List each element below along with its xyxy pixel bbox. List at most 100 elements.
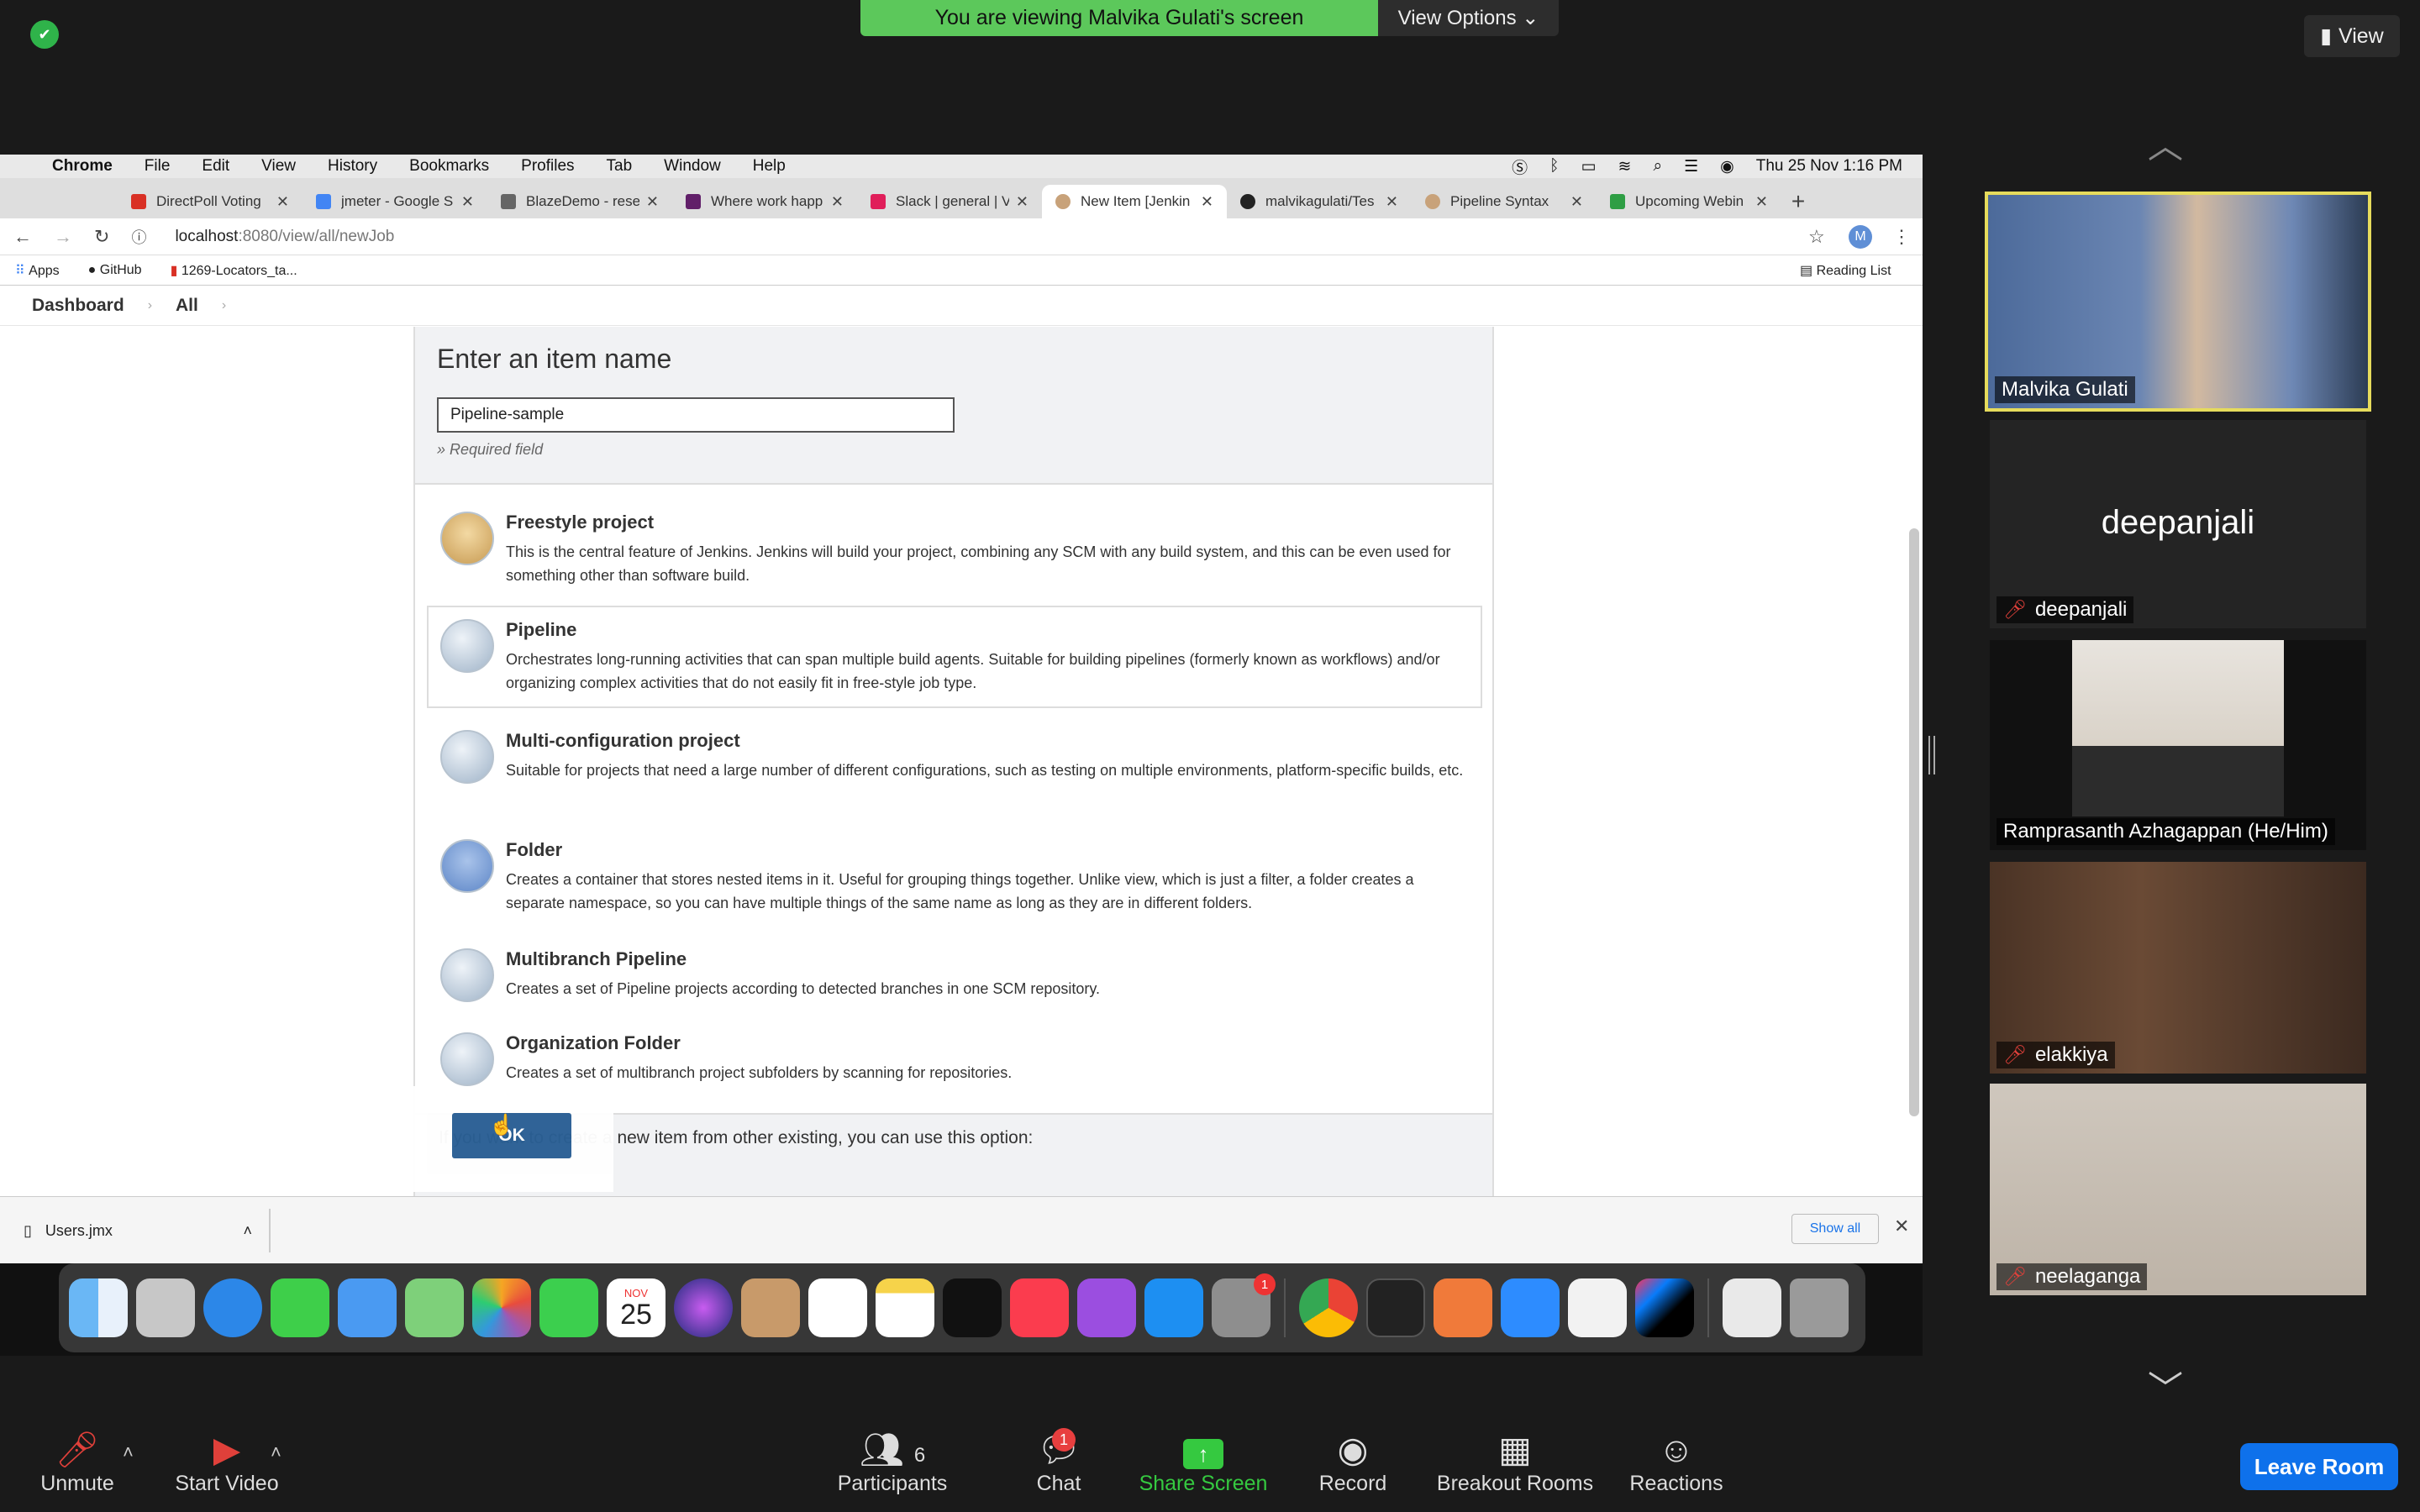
menu-history[interactable]: History <box>328 157 377 176</box>
browser-tab[interactable]: Upcoming Webin ✕ <box>1597 185 1781 218</box>
job-type-multibranch-pipeline[interactable]: Multibranch Pipeline Creates a set of Pi… <box>427 935 1482 1014</box>
browser-tab[interactable]: jmeter - Google S ✕ <box>302 185 487 218</box>
url-field[interactable]: localhost:8080/view/all/newJob <box>175 228 394 246</box>
system-preferences-icon[interactable]: 1 <box>1212 1273 1276 1337</box>
page-scrollbar[interactable] <box>1909 528 1919 1116</box>
info-icon[interactable]: ⓘ <box>131 226 146 248</box>
video-tile[interactable]: 🎤︎ neelaganga <box>1990 1084 2366 1295</box>
browser-tab[interactable]: DirectPoll Voting ✕ <box>118 185 302 218</box>
menu-window[interactable]: Window <box>664 157 721 176</box>
trash-icon[interactable] <box>1790 1278 1849 1337</box>
wifi-icon[interactable]: ≋ <box>1618 157 1632 176</box>
reading-list[interactable]: ▤ Reading List <box>1800 262 1891 279</box>
browser-tab[interactable]: Slack | general | V ✕ <box>857 185 1042 218</box>
new-tab-icon[interactable]: + <box>1781 185 1815 218</box>
reactions-button[interactable]: ☺︎ Reactions <box>1625 1428 1728 1496</box>
app-store-icon[interactable] <box>1144 1278 1203 1337</box>
view-options-button[interactable]: View Options ⌄ <box>1378 0 1559 36</box>
maps-icon[interactable] <box>405 1278 464 1337</box>
chevron-up-icon[interactable]: ˄ <box>271 1441 281 1463</box>
close-tab-icon[interactable]: ✕ <box>831 193 844 211</box>
menu-app[interactable]: Chrome <box>52 157 113 176</box>
view-layout-button[interactable]: ▮ View <box>2304 15 2400 57</box>
menu-bookmarks[interactable]: Bookmarks <box>409 157 489 176</box>
browser-tab[interactable]: BlazeDemo - rese ✕ <box>487 185 672 218</box>
video-tile[interactable]: 🎤︎ elakkiya <box>1990 862 2366 1074</box>
panel-resize-handle[interactable] <box>1928 736 1935 774</box>
shield-icon[interactable]: ✔ <box>30 20 59 49</box>
messages-icon[interactable] <box>271 1278 329 1337</box>
participants-button[interactable]: 👥︎ 6 Participants <box>832 1428 953 1496</box>
profile-avatar[interactable]: M <box>1849 224 1872 249</box>
forward-icon[interactable]: → <box>54 226 72 248</box>
documents-stack-icon[interactable] <box>1723 1278 1781 1337</box>
reload-icon[interactable]: ↻ <box>94 226 109 248</box>
share-screen-button[interactable]: ↑ Share Screen <box>1134 1428 1272 1496</box>
calendar-icon[interactable]: NOV 25 <box>607 1278 666 1337</box>
reminders-icon[interactable] <box>808 1278 867 1337</box>
job-type-pipeline[interactable]: Pipeline Orchestrates long-running activ… <box>427 606 1482 708</box>
photos-icon[interactable] <box>472 1278 531 1337</box>
music-icon[interactable] <box>1010 1278 1069 1337</box>
close-tab-icon[interactable]: ✕ <box>1570 193 1583 211</box>
skype-icon[interactable]: Ⓢ <box>1512 155 1528 178</box>
sketch-icon[interactable] <box>1434 1278 1492 1337</box>
menu-help[interactable]: Help <box>753 157 786 176</box>
menu-edit[interactable]: Edit <box>202 157 229 176</box>
item-name-input[interactable]: Pipeline-sample <box>437 397 955 433</box>
siri-dock-icon[interactable] <box>674 1278 733 1337</box>
menu-view[interactable]: View <box>261 157 296 176</box>
close-tab-icon[interactable]: ✕ <box>646 193 659 211</box>
record-button[interactable]: ◉ Record <box>1313 1428 1393 1496</box>
bookmark-star-icon[interactable]: ☆ <box>1808 226 1825 248</box>
show-all-button[interactable]: Show all <box>1791 1214 1879 1244</box>
apple-tv-icon[interactable] <box>943 1278 1002 1337</box>
browser-tab-active[interactable]: New Item [Jenkin ✕ <box>1042 185 1227 218</box>
bookmark-github[interactable]: ● GitHub <box>88 263 142 278</box>
close-tab-icon[interactable]: ✕ <box>461 193 474 211</box>
menubar-clock[interactable]: Thu 25 Nov 1:16 PM <box>1756 157 1902 176</box>
facetime-icon[interactable] <box>539 1278 598 1337</box>
chevron-up-icon[interactable]: ˄ <box>123 1441 134 1463</box>
finder-icon[interactable] <box>69 1278 128 1337</box>
download-item[interactable]: ▯ Users.jmx ˄ <box>24 1214 252 1247</box>
video-tile[interactable]: Ramprasanth Azhagappan (He/Him) <box>1990 640 2366 850</box>
close-tab-icon[interactable]: ✕ <box>1201 193 1213 211</box>
video-tile-active-speaker[interactable]: Malvika Gulati <box>1985 192 2371 412</box>
video-tile[interactable]: deepanjali 🎤︎ deepanjali <box>1990 420 2366 628</box>
close-tab-icon[interactable]: ✕ <box>1386 193 1398 211</box>
contacts-icon[interactable] <box>741 1278 800 1337</box>
menu-file[interactable]: File <box>145 157 171 176</box>
notes-icon[interactable] <box>876 1278 934 1337</box>
browser-tab[interactable]: malvikagulati/Tes ✕ <box>1227 185 1412 218</box>
close-tab-icon[interactable]: ✕ <box>1755 193 1768 211</box>
job-type-folder[interactable]: Folder Creates a container that stores n… <box>427 826 1482 928</box>
browser-tab[interactable]: Where work happ ✕ <box>672 185 857 218</box>
podcasts-icon[interactable] <box>1077 1278 1136 1337</box>
bookmark-locators[interactable]: ▮ 1269-Locators_ta... <box>171 262 297 279</box>
leave-room-button[interactable]: Leave Room <box>2240 1443 2398 1490</box>
safari-icon[interactable] <box>203 1278 262 1337</box>
bluetooth-icon[interactable]: ᛒ <box>1549 157 1559 176</box>
start-video-button[interactable]: ▶︎ Start Video <box>168 1428 286 1496</box>
close-downloads-icon[interactable]: ✕ <box>1894 1215 1909 1237</box>
launchpad-icon[interactable] <box>136 1278 195 1337</box>
job-type-freestyle[interactable]: Freestyle project This is the central fe… <box>427 498 1482 601</box>
intellij-icon[interactable] <box>1635 1278 1694 1337</box>
battery-icon[interactable]: ▭ <box>1581 157 1597 176</box>
menu-tab[interactable]: Tab <box>607 157 633 176</box>
browser-tab[interactable]: Pipeline Syntax ✕ <box>1412 185 1597 218</box>
close-tab-icon[interactable]: ✕ <box>276 193 289 211</box>
chrome-menu-icon[interactable]: ⋮ <box>1892 226 1911 248</box>
breadcrumb-dashboard[interactable]: Dashboard <box>32 296 124 316</box>
back-icon[interactable]: ← <box>13 226 32 248</box>
zoom-app-icon[interactable] <box>1501 1278 1560 1337</box>
mail-icon[interactable] <box>338 1278 397 1337</box>
breadcrumb-all[interactable]: All <box>176 296 198 316</box>
close-tab-icon[interactable]: ✕ <box>1016 193 1028 211</box>
chevron-down-icon[interactable]: ﹀ <box>2148 1361 2183 1412</box>
jmeter-icon[interactable] <box>1568 1278 1627 1337</box>
chevron-up-icon[interactable]: ︿ <box>2148 118 2183 169</box>
terminal-icon[interactable] <box>1366 1278 1425 1337</box>
chevron-up-icon[interactable]: ˄ <box>243 1222 252 1240</box>
